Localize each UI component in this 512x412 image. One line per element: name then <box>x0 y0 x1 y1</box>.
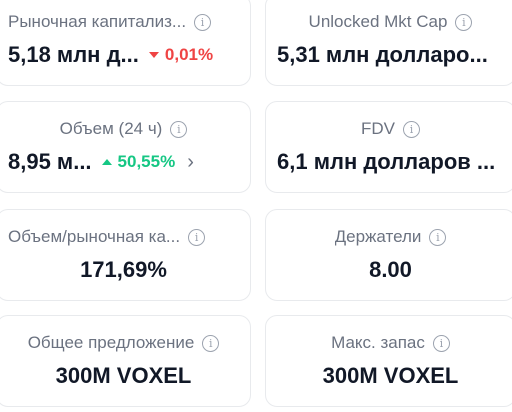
info-icon[interactable]: i <box>188 228 206 246</box>
volume-market-cap-value: 171,69% <box>80 257 167 282</box>
market-cap-label-row: Рыночная капитализ... i <box>0 12 250 32</box>
chevron-right-icon[interactable]: › <box>187 152 194 172</box>
volume-24h-label: Объем (24 ч) <box>59 119 163 138</box>
fdv-value: 6,1 млн долларов ... <box>277 149 496 174</box>
volume-24h-card[interactable]: Объем (24 ч) i 8,95 м... 50,55% › <box>0 101 251 193</box>
market-cap-label: Рыночная капитализ... <box>8 12 187 31</box>
holders-value: 8.00 <box>369 257 412 282</box>
market-cap-value: 5,18 млн д... <box>8 42 139 67</box>
holders-label-row: Держатели i <box>266 227 512 247</box>
triangle-up-icon <box>101 159 112 165</box>
market-cap-card: Рыночная капитализ... i 5,18 млн д... 0,… <box>0 0 251 86</box>
unlocked-mkt-cap-card: Unlocked Mkt Cap i 5,31 млн долларо... <box>265 0 512 86</box>
info-icon[interactable]: i <box>455 13 473 31</box>
total-supply-label-row: Общее предложение i <box>0 333 250 353</box>
volume-24h-change: 50,55% <box>101 152 176 172</box>
info-icon[interactable]: i <box>403 120 420 138</box>
max-supply-label-row: Макс. запас i <box>266 333 512 353</box>
unlocked-mkt-cap-label-row: Unlocked Mkt Cap i <box>266 12 512 32</box>
info-icon[interactable]: i <box>432 334 450 352</box>
volume-market-cap-label: Объем/рыночная ка... <box>8 227 181 246</box>
market-cap-change-value: 0,01% <box>164 45 214 64</box>
volume-24h-change-value: 50,55% <box>117 152 176 171</box>
info-icon[interactable]: i <box>170 120 188 138</box>
fdv-label: FDV <box>361 119 395 138</box>
max-supply-label: Макс. запас <box>331 333 425 352</box>
holders-card: Держатели i 8.00 <box>265 209 512 301</box>
total-supply-label: Общее предложение <box>27 333 195 352</box>
volume-24h-value: 8,95 м... <box>8 149 92 174</box>
triangle-down-icon <box>148 52 159 58</box>
market-cap-change: 0,01% <box>148 45 214 65</box>
max-supply-card: Макс. запас i 300M VOXEL <box>265 315 512 407</box>
max-supply-value: 300M VOXEL <box>322 363 459 388</box>
volume-24h-value-row: 8,95 м... 50,55% › <box>0 149 250 175</box>
holders-label: Держатели <box>334 227 422 246</box>
info-icon[interactable]: i <box>429 228 447 246</box>
market-cap-value-row: 5,18 млн д... 0,01% <box>0 42 250 68</box>
unlocked-mkt-cap-value: 5,31 млн долларо... <box>277 42 488 67</box>
volume-market-cap-label-row: Объем/рыночная ка... i <box>0 227 250 247</box>
fdv-card: FDV i 6,1 млн долларов ... <box>265 101 512 193</box>
info-icon[interactable]: i <box>194 13 212 31</box>
stats-grid: Рыночная капитализ... i 5,18 млн д... 0,… <box>0 0 512 412</box>
volume-market-cap-card: Объем/рыночная ка... i 171,69% <box>0 209 251 301</box>
volume-24h-label-row: Объем (24 ч) i <box>0 119 250 139</box>
total-supply-card: Общее предложение i 300M VOXEL <box>0 315 251 407</box>
fdv-label-row: FDV i <box>266 119 512 139</box>
info-icon[interactable]: i <box>202 334 220 352</box>
total-supply-value: 300M VOXEL <box>55 363 192 388</box>
unlocked-mkt-cap-label: Unlocked Mkt Cap <box>308 12 448 31</box>
